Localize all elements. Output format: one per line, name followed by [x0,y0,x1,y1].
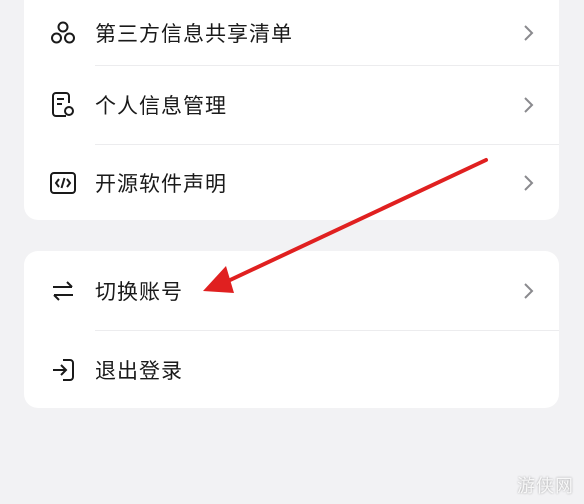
chevron-right-icon [521,173,535,193]
third-party-share-list-label: 第三方信息共享清单 [95,21,293,46]
logout-icon [49,356,77,384]
personal-info-management-item[interactable]: 个人信息管理 [24,66,559,144]
watermark: 游侠网 [517,476,574,497]
logout-item[interactable]: 退出登录 [24,331,559,408]
personal-info-management-label: 个人信息管理 [95,94,227,118]
code-icon [49,169,77,197]
chevron-right-icon [521,281,535,301]
document-settings-icon [49,91,77,119]
logout-label: 退出登录 [95,358,183,383]
switch-account-label: 切换账号 [95,279,183,304]
share-network-icon [49,19,77,47]
account-card: 切换账号 退出登录 [24,251,559,408]
open-source-statement-label: 开源软件声明 [95,171,227,196]
swap-arrows-icon [49,277,77,305]
chevron-right-icon [521,95,535,115]
settings-card: 第三方信息共享清单 个人信息管理 开源软件声明 [24,0,559,220]
third-party-share-list-item[interactable]: 第三方信息共享清单 [24,0,559,65]
chevron-right-icon [521,23,535,43]
switch-account-item[interactable]: 切换账号 [24,251,559,330]
open-source-statement-item[interactable]: 开源软件声明 [24,145,559,220]
